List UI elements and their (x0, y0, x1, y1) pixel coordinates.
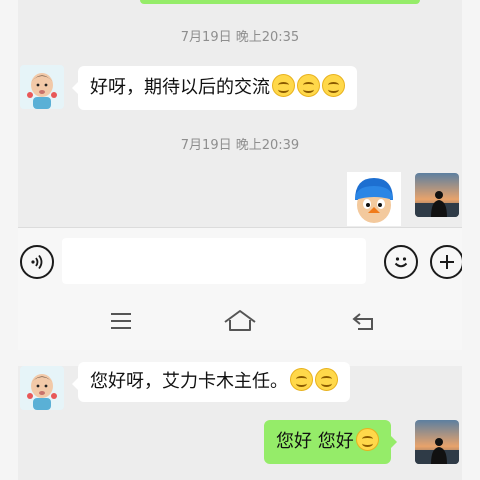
emoji-button[interactable] (384, 245, 418, 279)
smile-emoji-icon (322, 74, 345, 97)
message-text: 好呀，期待以后的交流 (90, 77, 270, 98)
grin-emoji-icon (355, 428, 379, 451)
received-message-bubble[interactable]: 您好呀，艾力卡木主任。 (72, 362, 350, 402)
more-button[interactable] (430, 245, 462, 279)
sunset-avatar-icon (415, 420, 459, 464)
message-text: 您好呀，艾力卡木主任。 (90, 371, 288, 392)
plus-icon (440, 255, 454, 269)
my-avatar[interactable] (415, 173, 459, 217)
contact-avatar[interactable] (20, 65, 64, 109)
emoji-icon (394, 257, 408, 268)
home-icon[interactable] (223, 308, 257, 332)
sent-message-bubble[interactable]: 您好 您好 (264, 420, 397, 464)
received-message-bubble[interactable]: 好呀，期待以后的交流 (72, 66, 357, 110)
grin-emoji-icon (315, 368, 338, 391)
sunset-avatar-icon (415, 173, 459, 217)
smile-emoji-icon (297, 74, 320, 97)
voice-icon (31, 254, 43, 270)
baby-avatar-icon (20, 366, 64, 410)
sent-sticker[interactable] (347, 172, 401, 226)
chat-screen: 7月19日 晚上20:35 好呀，期待以后的交流 7月19日 晚上20:39 您… (18, 0, 462, 480)
chat-top-panel: 7月19日 晚上20:35 好呀，期待以后的交流 7月19日 晚上20:39 (18, 0, 462, 350)
message-input[interactable] (62, 238, 366, 284)
previous-sent-bubble-edge (140, 0, 420, 4)
menu-icon[interactable] (110, 311, 132, 331)
pocoyo-sticker-icon (347, 172, 401, 226)
contact-avatar[interactable] (20, 366, 64, 410)
my-avatar[interactable] (415, 420, 459, 464)
grin-emoji-icon (290, 368, 313, 391)
chat-bottom-panel: 您好呀，艾力卡木主任。 您好 您好 (18, 362, 462, 480)
input-bar (18, 227, 462, 295)
voice-button[interactable] (20, 245, 54, 279)
timestamp-1: 7月19日 晚上20:35 (180, 30, 300, 45)
smile-emoji-icon (272, 74, 295, 97)
system-nav-bar (18, 294, 462, 350)
timestamp-2: 7月19日 晚上20:39 (180, 138, 300, 153)
message-text: 您好 您好 (276, 431, 354, 452)
baby-avatar-icon (20, 65, 64, 109)
back-icon[interactable] (351, 311, 375, 331)
